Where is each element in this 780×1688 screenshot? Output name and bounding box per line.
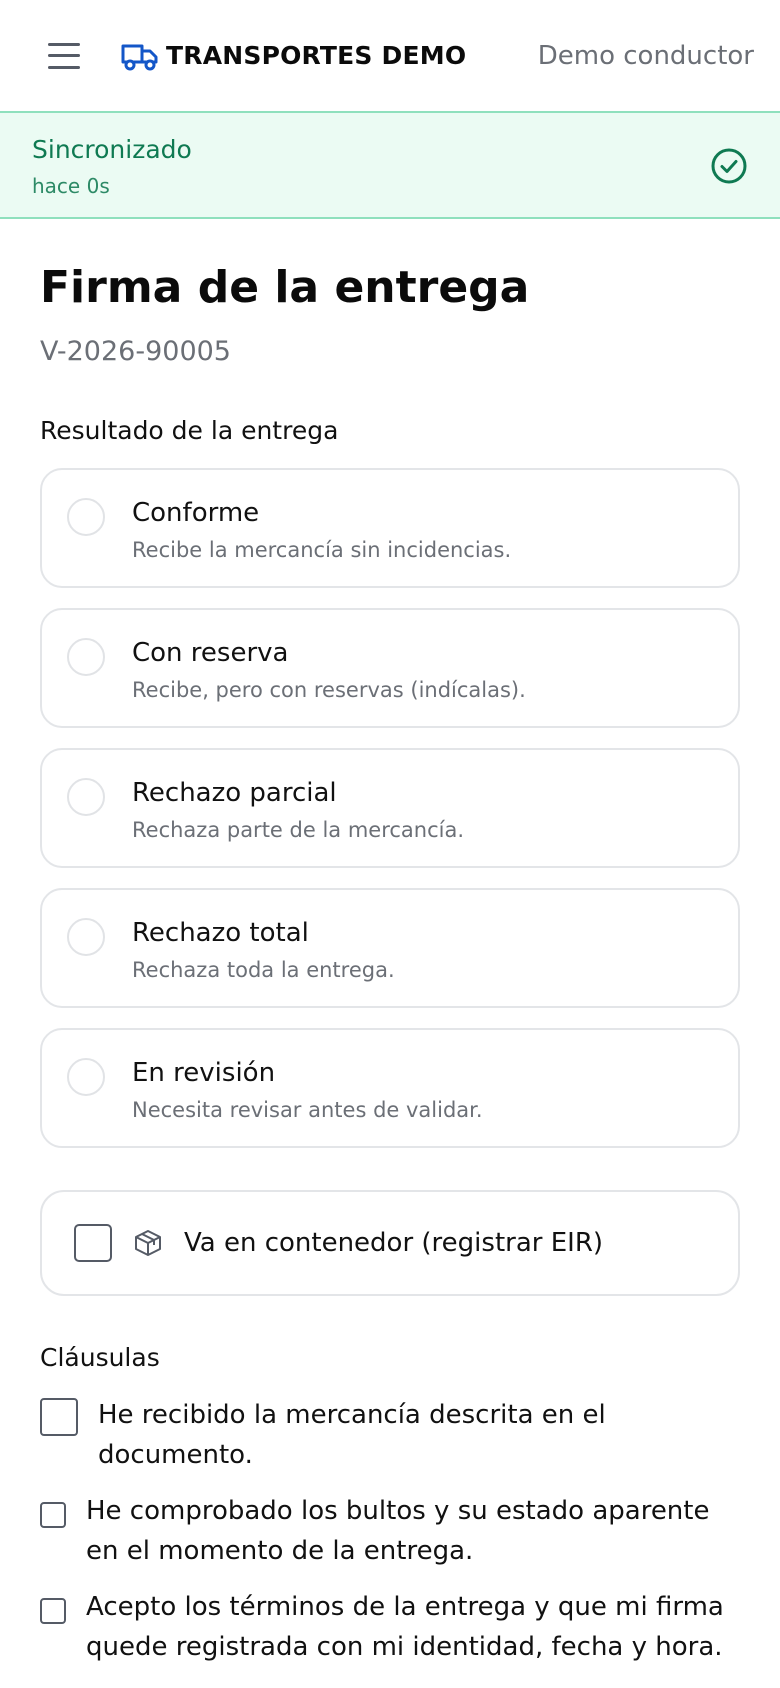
menu-icon[interactable] xyxy=(48,42,80,69)
clause-item: He comprobado los bultos y su estado apa… xyxy=(40,1491,740,1571)
clause-text: He comprobado los bultos y su estado apa… xyxy=(86,1496,710,1566)
option-description: Rechaza parte de la mercancía. xyxy=(132,818,465,842)
check-circle-icon xyxy=(711,148,747,184)
clause-item: Acepto los términos de la entrega y que … xyxy=(40,1587,740,1667)
result-options: Conforme Recibe la mercancía sin inciden… xyxy=(40,468,740,1168)
brand: TRANSPORTES DEMO xyxy=(120,40,466,72)
option-label: Rechazo parcial xyxy=(132,778,337,808)
clause-checkbox[interactable] xyxy=(40,1598,66,1624)
result-option-conforme[interactable]: Conforme Recibe la mercancía sin inciden… xyxy=(40,468,740,588)
option-description: Recibe la mercancía sin incidencias. xyxy=(132,538,512,562)
container-checkbox[interactable] xyxy=(74,1224,112,1262)
sync-time: hace 0s xyxy=(32,174,110,198)
clause-text: Acepto los términos de la entrega y que … xyxy=(86,1592,724,1662)
clause-checkbox[interactable] xyxy=(40,1398,78,1436)
result-option-rechazo-total[interactable]: Rechazo total Rechaza toda la entrega. xyxy=(40,888,740,1008)
clause-checkbox[interactable] xyxy=(40,1502,66,1528)
box-icon xyxy=(135,1230,161,1256)
clause-item: He recibido la mercancía descrita en el … xyxy=(40,1395,740,1475)
brand-name: TRANSPORTES DEMO xyxy=(166,41,467,70)
radio-button[interactable] xyxy=(67,1058,105,1096)
radio-button[interactable] xyxy=(67,638,105,676)
clauses-section-label: Cláusulas xyxy=(40,1343,160,1372)
clause-text: He recibido la mercancía descrita en el … xyxy=(98,1400,606,1470)
radio-button[interactable] xyxy=(67,918,105,956)
option-description: Rechaza toda la entrega. xyxy=(132,958,395,982)
user-name[interactable]: Demo conductor xyxy=(538,41,754,71)
sync-banner: Sincronizado hace 0s xyxy=(0,111,780,219)
result-section-label: Resultado de la entrega xyxy=(40,416,339,445)
truck-icon xyxy=(121,44,158,70)
page-title: Firma de la entrega xyxy=(40,262,530,313)
sync-status: Sincronizado xyxy=(32,135,192,164)
container-label: Va en contenedor (registrar EIR) xyxy=(184,1228,604,1258)
option-label: Conforme xyxy=(132,498,260,528)
container-toggle-card[interactable]: Va en contenedor (registrar EIR) xyxy=(40,1190,740,1296)
option-description: Necesita revisar antes de validar. xyxy=(132,1098,483,1122)
result-option-rechazo-parcial[interactable]: Rechazo parcial Rechaza parte de la merc… xyxy=(40,748,740,868)
option-label: Rechazo total xyxy=(132,918,309,948)
result-option-con-reserva[interactable]: Con reserva Recibe, pero con reservas (i… xyxy=(40,608,740,728)
app-header: TRANSPORTES DEMO Demo conductor xyxy=(0,0,780,111)
option-label: Con reserva xyxy=(132,638,289,668)
radio-button[interactable] xyxy=(67,498,105,536)
radio-button[interactable] xyxy=(67,778,105,816)
option-label: En revisión xyxy=(132,1058,276,1088)
result-option-en-revision[interactable]: En revisión Necesita revisar antes de va… xyxy=(40,1028,740,1148)
delivery-reference: V-2026-90005 xyxy=(40,336,231,367)
option-description: Recibe, pero con reservas (indícalas). xyxy=(132,678,526,702)
